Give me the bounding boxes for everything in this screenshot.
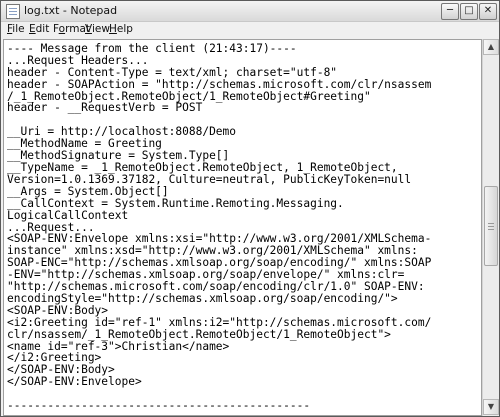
log-text[interactable]: ----------------------------------------… bbox=[7, 40, 431, 413]
text-line: ----------------------------------------… bbox=[7, 399, 311, 413]
maximize-button[interactable]: □ bbox=[460, 3, 478, 20]
menu-edit[interactable]: Edit bbox=[29, 23, 49, 35]
title-bar[interactable]: log.txt - Notepad ─ □ ✕ bbox=[1, 1, 499, 22]
close-button[interactable]: ✕ bbox=[479, 3, 497, 20]
menu-view[interactable]: View bbox=[85, 23, 110, 35]
notepad-window: log.txt - Notepad ─ □ ✕ File Edit Format… bbox=[0, 0, 500, 417]
vertical-scrollbar[interactable]: ▲ ▼ bbox=[482, 39, 499, 416]
minimize-icon: ─ bbox=[446, 5, 454, 16]
text-line: </SOAP-ENV:Envelope> bbox=[7, 375, 142, 389]
minimize-button[interactable]: ─ bbox=[441, 3, 459, 20]
window-title: log.txt - Notepad bbox=[24, 4, 118, 17]
arrow-down-icon: ▼ bbox=[487, 402, 495, 411]
scroll-down-button[interactable]: ▼ bbox=[483, 399, 499, 415]
text-editor[interactable]: ----------------------------------------… bbox=[3, 39, 482, 416]
text-line: header - __RequestVerb = POST bbox=[7, 101, 203, 115]
notepad-icon[interactable] bbox=[6, 4, 20, 19]
menu-bar: File Edit Format View Help bbox=[1, 22, 499, 39]
scroll-thumb[interactable] bbox=[484, 186, 498, 266]
close-icon: ✕ bbox=[483, 5, 493, 16]
menu-file[interactable]: File bbox=[7, 23, 25, 35]
maximize-icon: □ bbox=[464, 5, 474, 16]
menu-help[interactable]: Help bbox=[109, 23, 133, 35]
scroll-up-button[interactable]: ▲ bbox=[483, 39, 499, 55]
arrow-up-icon: ▲ bbox=[487, 42, 495, 51]
